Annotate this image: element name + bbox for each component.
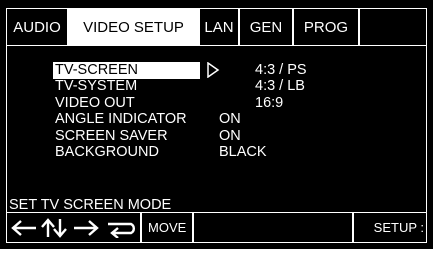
right-arrow-icon (74, 220, 99, 236)
help-bar: MOVE SETUP : Exit (6, 213, 427, 265)
menu-item-angle-indicator[interactable]: ANGLE INDICATOR (55, 111, 187, 128)
option-value: ON (219, 128, 241, 144)
tab-bar: AUDIO VIDEO SETUP LAN GEN PROG (1, 1, 432, 45)
option-value: ON (219, 111, 241, 127)
tab-audio[interactable]: AUDIO (6, 8, 68, 45)
menu-item-screen-saver[interactable]: SCREEN SAVER (55, 128, 168, 145)
move-hint: MOVE (141, 213, 193, 243)
settings-panel: TV-SCREEN TV-SYSTEM VIDEO OUT ANGLE INDI… (6, 45, 427, 213)
tab-gen[interactable]: GEN (239, 8, 293, 45)
tab-video-setup[interactable]: VIDEO SETUP (68, 8, 199, 45)
tab-lan[interactable]: LAN (199, 8, 239, 45)
tab-prog[interactable]: PROG (293, 8, 359, 45)
menu-item-video-out[interactable]: VIDEO OUT (55, 95, 135, 112)
enter-arrow-icon (108, 222, 135, 238)
option-value[interactable]: 16:9 (255, 95, 283, 112)
option-value[interactable]: 4:3 / LB (255, 78, 305, 95)
menu-item-tv-screen[interactable]: TV-SCREEN (53, 62, 200, 79)
setup-exit-hint: SETUP : Exit (353, 213, 427, 265)
status-description: SET TV SCREEN MODE (9, 197, 172, 213)
selection-pointer-icon (207, 62, 220, 78)
help-blank-cell (193, 213, 353, 243)
option-value[interactable]: 4:3 / PS (255, 62, 307, 79)
menu-item-tv-system[interactable]: TV-SYSTEM (55, 78, 137, 95)
left-arrow-icon (11, 220, 36, 236)
tab-empty (359, 8, 427, 45)
menu-item-background[interactable]: BACKGROUND (55, 144, 159, 161)
option-value: BLACK (219, 144, 267, 160)
up-down-arrow-icon (41, 218, 67, 238)
osd-setup-screen: AUDIO VIDEO SETUP LAN GEN PROG TV-SCREEN… (0, 0, 433, 265)
navigation-keys (6, 213, 141, 243)
